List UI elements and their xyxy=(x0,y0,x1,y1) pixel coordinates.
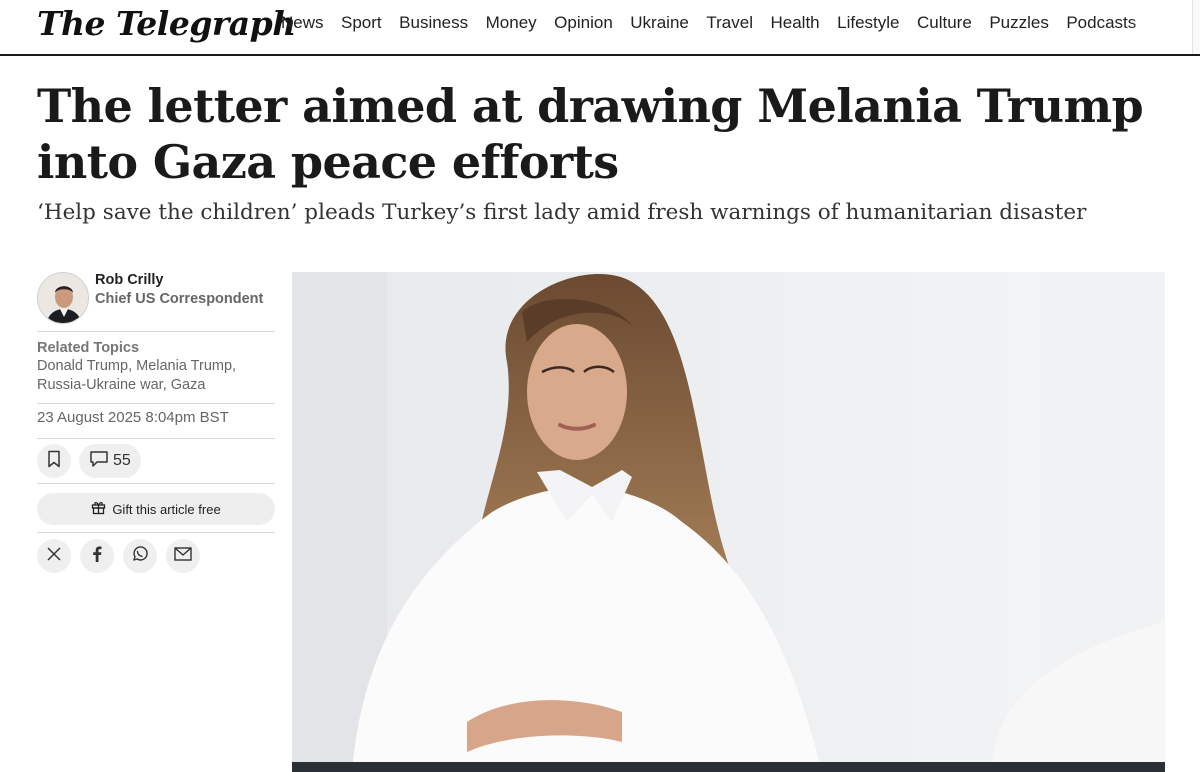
telegraph-logo[interactable]: The Telegraph xyxy=(37,4,296,43)
article-actions: 55 xyxy=(37,439,275,483)
gift-article-button[interactable]: Gift this article free xyxy=(37,493,275,525)
bookmark-button[interactable] xyxy=(37,444,71,478)
nav-item-ukraine[interactable]: Ukraine xyxy=(630,13,689,33)
comment-icon xyxy=(89,450,109,473)
share-email-button[interactable] xyxy=(166,539,200,573)
facebook-icon xyxy=(92,546,102,567)
nav-item-culture[interactable]: Culture xyxy=(917,13,972,33)
author-avatar[interactable] xyxy=(37,272,89,324)
nav-item-sport[interactable]: Sport xyxy=(341,13,382,33)
publish-date: 23 August 2025 8:04pm BST xyxy=(37,409,229,426)
nav-item-puzzles[interactable]: Puzzles xyxy=(989,13,1049,33)
nav-item-news[interactable]: News xyxy=(281,13,324,33)
nav-item-podcasts[interactable]: Podcasts xyxy=(1066,13,1136,33)
related-topics-list[interactable]: Donald Trump, Melania Trump, Russia-Ukra… xyxy=(37,357,275,395)
nav-item-lifestyle[interactable]: Lifestyle xyxy=(837,13,899,33)
share-facebook-button[interactable] xyxy=(80,539,114,573)
nav-item-business[interactable]: Business xyxy=(399,13,468,33)
nav-item-opinion[interactable]: Opinion xyxy=(554,13,613,33)
x-icon xyxy=(46,546,62,567)
email-icon xyxy=(174,546,192,566)
masthead: The Telegraph News Sport Business Money … xyxy=(0,0,1200,56)
share-bar xyxy=(37,532,275,573)
share-whatsapp-button[interactable] xyxy=(123,539,157,573)
related-topics-label: Related Topics xyxy=(37,340,140,356)
divider xyxy=(37,483,275,484)
article-standfirst: ‘Help save the children’ pleads Turkey’s… xyxy=(37,200,1087,225)
comment-count: 55 xyxy=(113,452,131,469)
nav-scrollbar[interactable] xyxy=(1192,0,1200,54)
author-name[interactable]: Rob Crilly xyxy=(95,272,163,288)
author-block: Rob Crilly Chief US Correspondent xyxy=(37,270,275,332)
related-topics: Related Topics Donald Trump, Melania Tru… xyxy=(37,332,275,404)
nav-fade xyxy=(1130,0,1190,54)
article-sidebar: Rob Crilly Chief US Correspondent Relate… xyxy=(37,270,275,573)
gift-article-label: Gift this article free xyxy=(112,501,221,517)
bookmark-icon xyxy=(46,450,62,473)
main-nav: News Sport Business Money Opinion Ukrain… xyxy=(281,13,1154,33)
nav-item-travel[interactable]: Travel xyxy=(706,13,753,33)
share-x-button[interactable] xyxy=(37,539,71,573)
whatsapp-icon xyxy=(131,545,149,568)
article-headline: The letter aimed at drawing Melania Trum… xyxy=(37,79,1144,189)
gift-icon xyxy=(91,500,106,518)
lead-image xyxy=(292,272,1165,772)
nav-item-money[interactable]: Money xyxy=(486,13,537,33)
nav-item-health[interactable]: Health xyxy=(770,13,819,33)
comments-button[interactable]: 55 xyxy=(79,444,141,478)
author-role: Chief US Correspondent xyxy=(95,291,264,307)
